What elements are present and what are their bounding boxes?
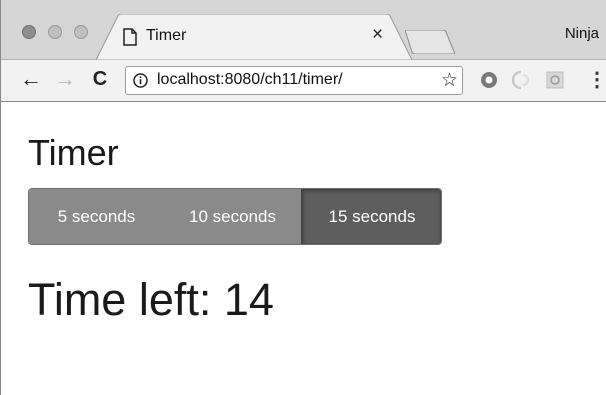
page-title: Timer	[28, 132, 119, 173]
ten-seconds-button[interactable]: 10 seconds	[164, 189, 301, 244]
browser-window: Timer × Ninja ← → C localhost:8080/ch11/…	[0, 0, 606, 395]
active-tab[interactable]	[96, 14, 412, 60]
duration-button-group: 5 seconds 10 seconds 15 seconds	[28, 188, 442, 245]
maximize-window-button[interactable]	[74, 25, 88, 39]
address-bar[interactable]: localhost:8080/ch11/timer/ ☆	[125, 66, 463, 95]
star-icon[interactable]: ☆	[441, 69, 458, 92]
browser-toolbar: ← → C localhost:8080/ch11/timer/ ☆ ⋮	[1, 60, 606, 102]
page-content: Timer 5 seconds 10 seconds 15 seconds Ti…	[1, 102, 606, 395]
time-left-display: Time left: 14	[28, 274, 274, 326]
tab-strip: Timer × Ninja	[1, 0, 606, 60]
time-left-label: Time left:	[28, 274, 212, 325]
arrow-right-icon[interactable]: →	[53, 67, 77, 91]
time-left-value: 14	[223, 274, 274, 325]
reload-icon[interactable]: C	[88, 67, 112, 91]
tab-title: Timer	[146, 27, 187, 44]
tab-close-icon[interactable]: ×	[372, 25, 383, 45]
profile-name[interactable]: Ninja	[565, 25, 599, 42]
url-text[interactable]: localhost:8080/ch11/timer/	[157, 71, 343, 89]
five-seconds-button[interactable]: 5 seconds	[29, 189, 164, 244]
menu-dots-icon[interactable]: ⋮	[587, 68, 606, 92]
minimize-window-button[interactable]	[48, 25, 62, 39]
document-icon	[123, 28, 137, 46]
extension-icon[interactable]	[479, 70, 499, 90]
arrow-left-icon[interactable]: ←	[19, 67, 43, 91]
extension-icon[interactable]	[511, 70, 531, 90]
close-window-button[interactable]	[22, 25, 36, 39]
fifteen-seconds-button[interactable]: 15 seconds	[301, 189, 441, 244]
new-tab-button[interactable]	[405, 30, 455, 54]
extension-icon[interactable]	[545, 70, 565, 90]
info-icon[interactable]	[133, 73, 148, 88]
